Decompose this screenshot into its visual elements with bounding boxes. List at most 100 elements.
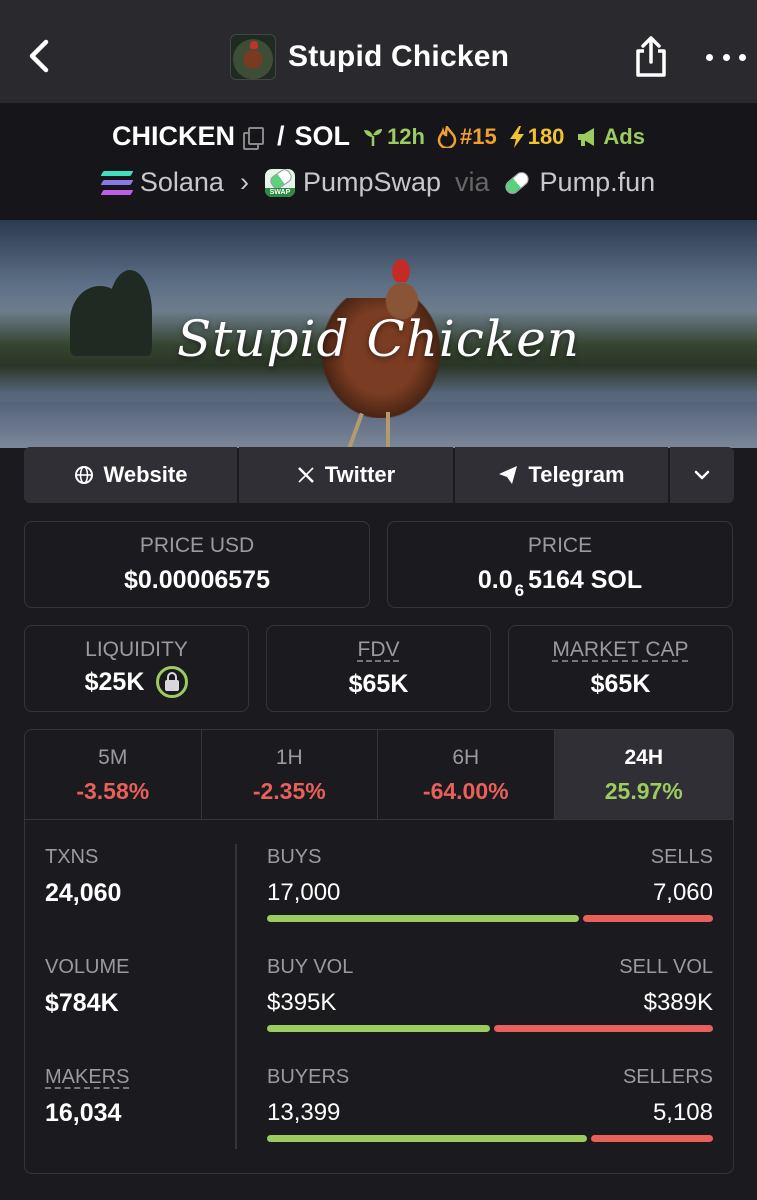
- globe-icon: [74, 466, 93, 484]
- tab-label: 24H: [624, 746, 664, 769]
- more-links-button[interactable]: [670, 447, 734, 503]
- base-symbol: CHICKEN: [112, 121, 236, 151]
- tab-change: 25.97%: [604, 778, 683, 804]
- buys-value: 17,000: [267, 879, 341, 906]
- pair-separator: /: [277, 121, 285, 151]
- tab-5m[interactable]: 5M -3.58%: [25, 730, 202, 819]
- website-label: Website: [103, 462, 188, 487]
- sellers-label: SELLERS: [622, 1066, 713, 1088]
- top-nav-bar: Stupid Chicken: [0, 0, 757, 103]
- chevron-left-icon[interactable]: [22, 36, 58, 76]
- liquidity-card: LIQUIDITY $25K: [24, 625, 249, 712]
- price-usd-card: PRICE USD $0.00006575: [24, 521, 370, 608]
- telegram-label: Telegram: [528, 462, 625, 487]
- price-native-card: PRICE 0.0 6 5164 SOL: [387, 521, 733, 608]
- tab-label: 6H: [452, 746, 480, 769]
- chevron-down-icon: [694, 470, 710, 480]
- flame-icon: [437, 125, 457, 148]
- timeframe-tabs: 5M -3.58% 1H -2.35% 6H -64.00% 24H 25.97…: [25, 730, 733, 820]
- sell-vol-bar-fill: [494, 1025, 713, 1032]
- age-value: 12h: [387, 123, 425, 149]
- age-badge: 12h: [362, 124, 425, 150]
- pumpswap-icon: SWAP: [264, 168, 295, 197]
- sellers-bar-fill: [591, 1135, 713, 1142]
- buys-sells-row: BUYS SELLS 17,000 7,060: [267, 846, 713, 922]
- megaphone-icon: [578, 127, 595, 146]
- buyers-sellers-bar: [267, 1135, 713, 1142]
- txns-stat: TXNS 24,060: [45, 846, 121, 908]
- chain-link[interactable]: Solana: [140, 167, 224, 198]
- buyers-bar-fill: [267, 1135, 587, 1142]
- fdv-label[interactable]: FDV: [267, 638, 490, 662]
- market-cap-label[interactable]: MARKET CAP: [509, 638, 732, 662]
- liquidity-value-row: $25K: [25, 666, 248, 698]
- buys-sells-labels: BUYS SELLS: [267, 846, 713, 869]
- page-title: Stupid Chicken: [288, 40, 510, 73]
- boost-badge: 180: [509, 123, 565, 150]
- price-usd-label: PRICE USD: [139, 534, 255, 557]
- tab-change: -3.58%: [76, 778, 150, 804]
- buy-vol-value: $395K: [267, 989, 337, 1016]
- tab-6h[interactable]: 6H -64.00%: [378, 730, 555, 819]
- price-native-zero-count: 6: [514, 580, 525, 600]
- price-native-label: PRICE: [527, 534, 593, 557]
- quote-symbol: SOL: [294, 121, 351, 151]
- token-banner: Stupid Chicken: [0, 220, 757, 448]
- telegram-button[interactable]: Telegram: [455, 447, 668, 503]
- tab-label: 1H: [275, 746, 303, 769]
- price-native-value: 0.0 6 5164 SOL: [388, 566, 732, 600]
- fdv-card: FDV $65K: [266, 625, 491, 712]
- stats-panel: 5M -3.58% 1H -2.35% 6H -64.00% 24H 25.97…: [24, 729, 734, 1174]
- buyers-value: 13,399: [267, 1099, 341, 1126]
- tab-1h[interactable]: 1H -2.35%: [202, 730, 378, 819]
- buys-label: BUYS: [267, 846, 322, 868]
- buys-sells-bar: [267, 915, 713, 922]
- liquidity-value: $25K: [84, 667, 145, 696]
- liquidity-label: LIQUIDITY: [85, 638, 188, 661]
- share-icon[interactable]: [632, 35, 670, 79]
- launchpad-link[interactable]: Pump.fun: [540, 167, 656, 198]
- banner-chicken-leg: [386, 412, 390, 448]
- lock-icon[interactable]: [156, 666, 189, 698]
- txns-value: 24,060: [45, 879, 122, 907]
- tab-24h[interactable]: 24H 25.97%: [554, 730, 733, 819]
- sprout-icon: [364, 128, 383, 146]
- banner-chicken-comb: [390, 256, 412, 282]
- sells-value: 7,060: [652, 879, 713, 906]
- telegram-icon: [499, 466, 518, 484]
- breadcrumb: Solana › SWAP PumpSwap via Pump.fun: [0, 167, 757, 198]
- website-button[interactable]: Website: [24, 447, 237, 503]
- volume-split-values: $395K $389K: [267, 989, 713, 1017]
- token-title: Stupid Chicken: [230, 33, 509, 81]
- ads-badge[interactable]: Ads: [576, 124, 645, 150]
- twitter-button[interactable]: Twitter: [239, 447, 453, 503]
- rank-badge: #15: [437, 124, 497, 150]
- makers-value: 16,034: [45, 1099, 122, 1127]
- boost-value: 180: [527, 123, 565, 149]
- sells-label: SELLS: [650, 846, 713, 868]
- sell-vol-value: $389K: [643, 989, 713, 1016]
- pair-row: CHICKEN / SOL 12h #15 180 Ads: [0, 121, 757, 152]
- lightning-icon: [509, 125, 524, 148]
- volume-split-labels: BUY VOL SELL VOL: [267, 956, 713, 979]
- sells-bar-fill: [583, 915, 713, 922]
- volume-split-bar: [267, 1025, 713, 1032]
- pumpswap-logo-text: SWAP: [264, 187, 295, 197]
- ads-label: Ads: [603, 123, 645, 149]
- twitter-label: Twitter: [324, 462, 396, 487]
- market-cap-value: $65K: [590, 670, 651, 698]
- tab-change: -2.35%: [252, 778, 326, 804]
- volume-split-row: BUY VOL SELL VOL $395K $389K: [267, 956, 713, 1032]
- sell-vol-label: SELL VOL: [619, 956, 713, 978]
- copy-icon[interactable]: [243, 126, 265, 150]
- volume-label: VOLUME: [45, 956, 130, 978]
- buy-vol-bar-fill: [267, 1025, 490, 1032]
- fdv-value: $65K: [348, 670, 409, 698]
- dex-link[interactable]: PumpSwap: [303, 167, 441, 198]
- via-label: via: [455, 167, 490, 197]
- buyers-sellers-values: 13,399 5,108: [267, 1099, 713, 1127]
- makers-label[interactable]: MAKERS: [45, 1066, 129, 1089]
- pumpfun-icon: [502, 168, 532, 197]
- price-native-digits: 5164 SOL: [528, 566, 643, 594]
- more-icon[interactable]: [706, 45, 746, 69]
